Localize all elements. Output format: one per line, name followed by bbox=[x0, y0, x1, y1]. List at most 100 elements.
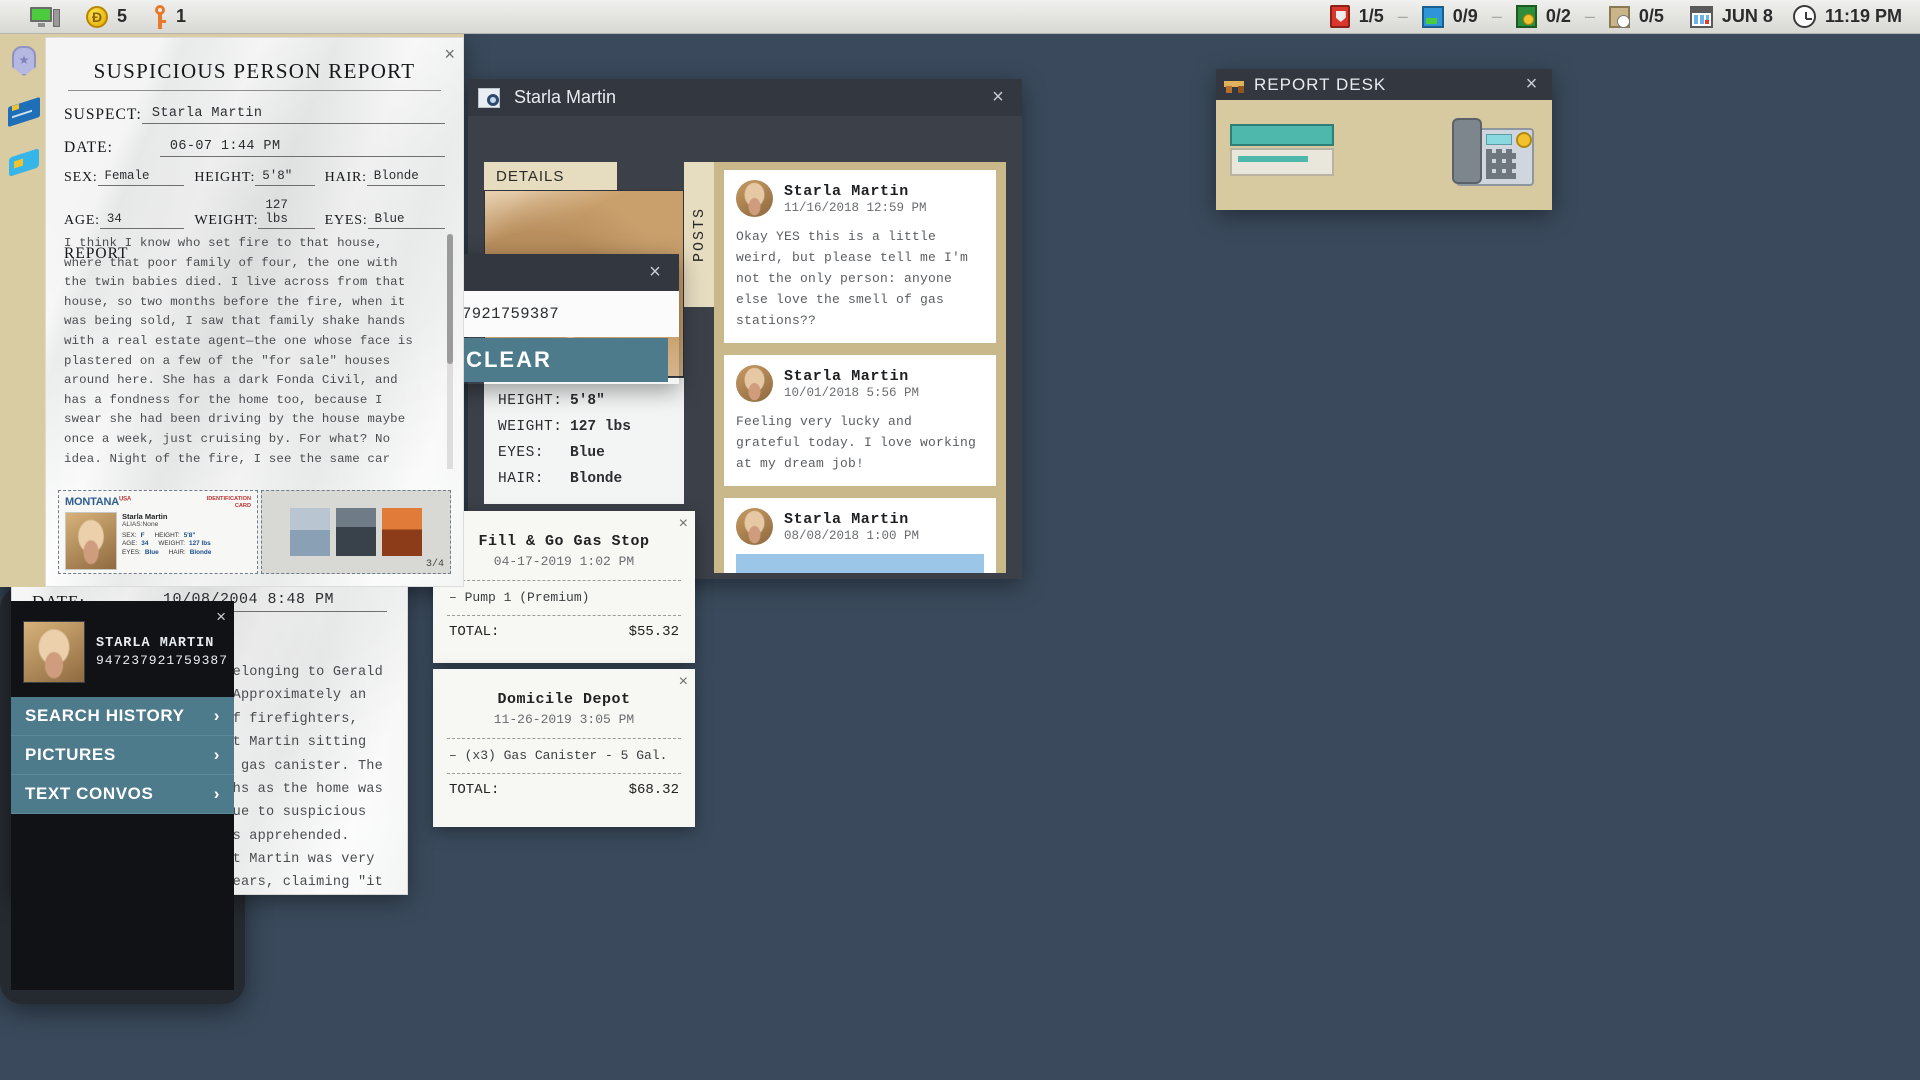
id-field-value: 127 lbs bbox=[189, 540, 211, 548]
id-alias-value: None bbox=[142, 520, 159, 528]
phone-menu-text-convos[interactable]: TEXT CONVOS › bbox=[11, 775, 234, 814]
tab-details[interactable]: DETAILS bbox=[484, 162, 617, 190]
post-text: Okay YES this is a little weird, but ple… bbox=[736, 229, 969, 329]
report-desk-titlebar[interactable]: REPORT DESK × bbox=[1216, 69, 1552, 100]
field-label: DATE: bbox=[64, 139, 113, 156]
id-field-label: HAIR: bbox=[168, 548, 186, 556]
id-field-value: 34 bbox=[141, 540, 149, 548]
id-photo bbox=[65, 511, 117, 570]
sidebar-sim-card-icon[interactable] bbox=[6, 146, 42, 178]
id-field-value: Blue bbox=[144, 548, 159, 556]
close-icon[interactable]: × bbox=[641, 259, 669, 287]
close-icon[interactable]: × bbox=[1520, 73, 1544, 97]
field-label: SEX: bbox=[64, 170, 98, 185]
avatar bbox=[736, 508, 773, 546]
field-label: SUSPECT: bbox=[64, 106, 142, 123]
coin-count: 5 bbox=[117, 6, 128, 26]
close-icon[interactable]: × bbox=[679, 673, 688, 691]
report-scrollbar[interactable] bbox=[447, 234, 453, 469]
id-field-label: AGE: bbox=[122, 540, 138, 548]
id-name: Starla Martin bbox=[122, 511, 168, 521]
sidebar-debit-card-icon[interactable] bbox=[6, 96, 42, 128]
topbar-separator: – bbox=[1397, 6, 1408, 26]
photo-counter: 3/4 bbox=[425, 559, 444, 570]
id-field-label: HEIGHT: bbox=[154, 531, 180, 539]
green-case-count: 0/2 bbox=[1545, 6, 1571, 26]
id-type-line-2: CARD bbox=[234, 502, 251, 509]
topbar-time-item: 11:19 PM bbox=[1792, 5, 1902, 28]
detail-value: 5'8" bbox=[570, 393, 605, 409]
field-row-b: AGE: 34 WEIGHT: 127 lbs EYES: Blue bbox=[64, 198, 445, 229]
field-age: AGE: 34 bbox=[64, 198, 185, 229]
printer-icon[interactable] bbox=[1230, 124, 1334, 178]
detail-key: HEIGHT: bbox=[498, 393, 563, 409]
photo-thumbnail[interactable] bbox=[290, 508, 330, 556]
field-value: Starla Martin bbox=[141, 106, 445, 124]
chevron-right-icon: › bbox=[213, 745, 220, 764]
green-case-icon bbox=[1515, 5, 1537, 28]
post-date: 08/08/2018 1:00 PM bbox=[784, 528, 920, 543]
clock-icon bbox=[1792, 5, 1816, 28]
detail-key: EYES: bbox=[498, 445, 545, 461]
chevron-right-icon: › bbox=[213, 784, 220, 803]
field-weight: WEIGHT: 127 lbs bbox=[194, 198, 315, 229]
tab-posts[interactable]: POSTS bbox=[684, 162, 714, 307]
close-icon[interactable]: × bbox=[216, 607, 226, 627]
social-spy-titlebar[interactable]: Starla Martin × bbox=[468, 79, 1022, 116]
topbar-pc-item bbox=[30, 6, 60, 28]
identification-card[interactable]: MONTANAUSA IDENTIFICATION CARD Starla Ma… bbox=[58, 490, 258, 574]
topbar-key-item: 1 bbox=[153, 4, 186, 29]
receipt-total-row: TOTAL: $55.32 bbox=[449, 624, 679, 640]
menu-item-label: PICTURES bbox=[25, 745, 116, 764]
social-spy-title-text: Starla Martin bbox=[514, 87, 617, 107]
report-title: SUSPICIOUS PERSON REPORT bbox=[93, 59, 416, 83]
id-state-label: MONTANAUSA bbox=[65, 496, 131, 508]
id-field-row: AGE: 34 WEIGHT: 127 lbs bbox=[122, 540, 251, 547]
field-label: WEIGHT: bbox=[194, 213, 259, 228]
detail-key: WEIGHT: bbox=[498, 419, 563, 435]
photo-thumbnail[interactable] bbox=[382, 508, 422, 556]
post-image bbox=[736, 554, 984, 573]
field-value: Blonde bbox=[366, 169, 445, 186]
field-value: 34 bbox=[99, 212, 185, 229]
scrollbar-thumb[interactable] bbox=[447, 234, 453, 364]
id-field-label: WEIGHT: bbox=[158, 540, 186, 548]
post-item: Starla Martin 08/08/2018 1:00 PM Okay, I bbox=[724, 498, 996, 573]
close-icon[interactable]: × bbox=[984, 84, 1012, 112]
calendar-icon bbox=[1689, 5, 1713, 28]
phone-menu-pictures[interactable]: PICTURES › bbox=[11, 736, 234, 775]
photo-thumbnail[interactable] bbox=[336, 508, 376, 556]
evidence-photo-strip[interactable]: 3/4 bbox=[261, 490, 451, 574]
receipt-line-item: – (x3) Gas Canister - 5 Gal. bbox=[449, 748, 668, 763]
report-desk-title-icon bbox=[1224, 76, 1246, 94]
report-desk-title-text: REPORT DESK bbox=[1254, 74, 1387, 94]
close-icon[interactable]: × bbox=[679, 515, 688, 533]
id-field-row: SEX: F HEIGHT: 5'8" bbox=[122, 532, 251, 539]
posts-feed[interactable]: Starla Martin 11/16/2018 12:59 PM Okay Y… bbox=[714, 162, 1006, 573]
box-case-icon bbox=[1608, 5, 1630, 28]
phone-menu-search-history[interactable]: SEARCH HISTORY › bbox=[11, 697, 234, 736]
title-divider bbox=[68, 90, 441, 91]
field-sex: SEX: Female bbox=[64, 169, 185, 186]
phone-owner-meta: STARLA MARTIN 947237921759387 bbox=[96, 636, 228, 668]
desktop: Riot Pixels Report Desk Social Spy Debit… bbox=[0, 34, 1920, 1080]
id-type-line-1: IDENTIFICATION bbox=[206, 496, 251, 502]
receipt-line-item: – Pump 1 (Premium) bbox=[449, 590, 590, 605]
time-label: 11:19 PM bbox=[1824, 6, 1902, 26]
red-case-icon bbox=[1329, 5, 1350, 28]
close-icon[interactable]: × bbox=[444, 44, 455, 65]
report-desk-body bbox=[1216, 100, 1552, 210]
post-header: Starla Martin 10/01/2018 5:56 PM bbox=[736, 365, 984, 403]
top-status-bar: Đ 5 1 1/5 – 0/9 – 0/2 – 0/5 JUN 8 11:19 … bbox=[0, 0, 1920, 34]
chevron-right-icon: › bbox=[213, 706, 220, 725]
receipt-store-name: Domicile Depot bbox=[497, 691, 631, 708]
post-header: Starla Martin 08/08/2018 1:00 PM bbox=[736, 508, 984, 546]
menu-item-label: TEXT CONVOS bbox=[25, 784, 154, 803]
sidebar-badge-icon[interactable] bbox=[6, 46, 42, 78]
desk-phone-icon[interactable] bbox=[1452, 118, 1534, 188]
post-item: Starla Martin 10/01/2018 5:56 PM Feeling… bbox=[724, 355, 996, 487]
avatar bbox=[736, 365, 773, 403]
topbar-separator-3: – bbox=[1584, 6, 1595, 26]
topbar-right-group: 1/5 – 0/9 – 0/2 – 0/5 JUN 8 11:19 PM bbox=[1329, 5, 1920, 28]
field-eyes: EYES: Blue bbox=[325, 198, 445, 229]
